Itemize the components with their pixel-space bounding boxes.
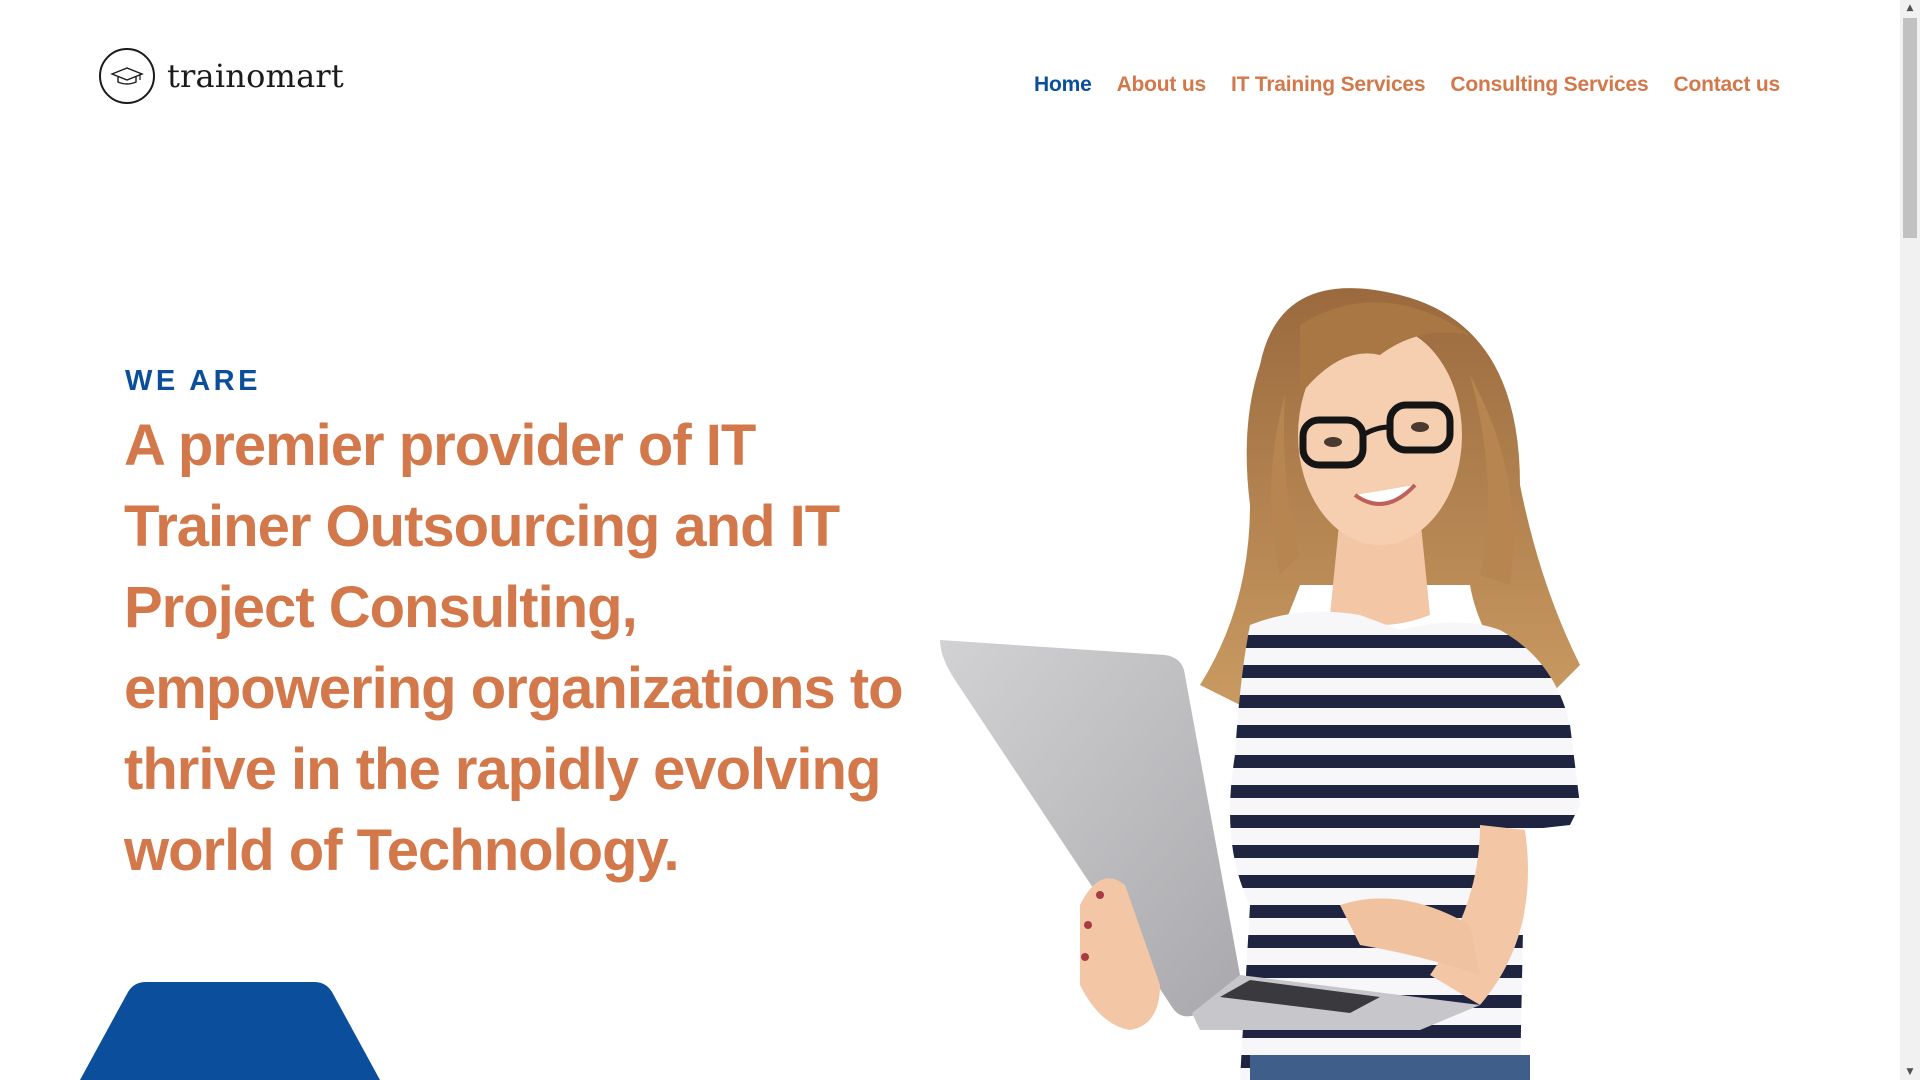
- page: trainomart Home About us IT Training Ser…: [0, 0, 1900, 1080]
- hero-eyebrow: WE ARE: [125, 365, 261, 397]
- nav-contact-us[interactable]: Contact us: [1673, 73, 1780, 97]
- logo-link[interactable]: trainomart: [99, 48, 344, 104]
- decorative-blue-shape: [80, 982, 380, 1080]
- nav-home[interactable]: Home: [1034, 73, 1092, 97]
- hero-image-student-with-laptop: [940, 288, 1580, 1080]
- nav-consulting-services[interactable]: Consulting Services: [1450, 73, 1648, 97]
- scroll-up-arrow-icon[interactable]: ▲: [1900, 0, 1920, 16]
- nav-it-training-services[interactable]: IT Training Services: [1231, 73, 1426, 97]
- page-scrollbar[interactable]: ▲ ▼: [1900, 0, 1920, 1080]
- logo-text: trainomart: [167, 57, 344, 95]
- main-nav: Home About us IT Training Services Consu…: [1034, 73, 1780, 97]
- scroll-down-arrow-icon[interactable]: ▼: [1900, 1064, 1920, 1080]
- nav-about-us[interactable]: About us: [1117, 73, 1207, 97]
- graduation-cap-icon: [99, 48, 155, 104]
- scrollbar-thumb[interactable]: [1903, 18, 1917, 238]
